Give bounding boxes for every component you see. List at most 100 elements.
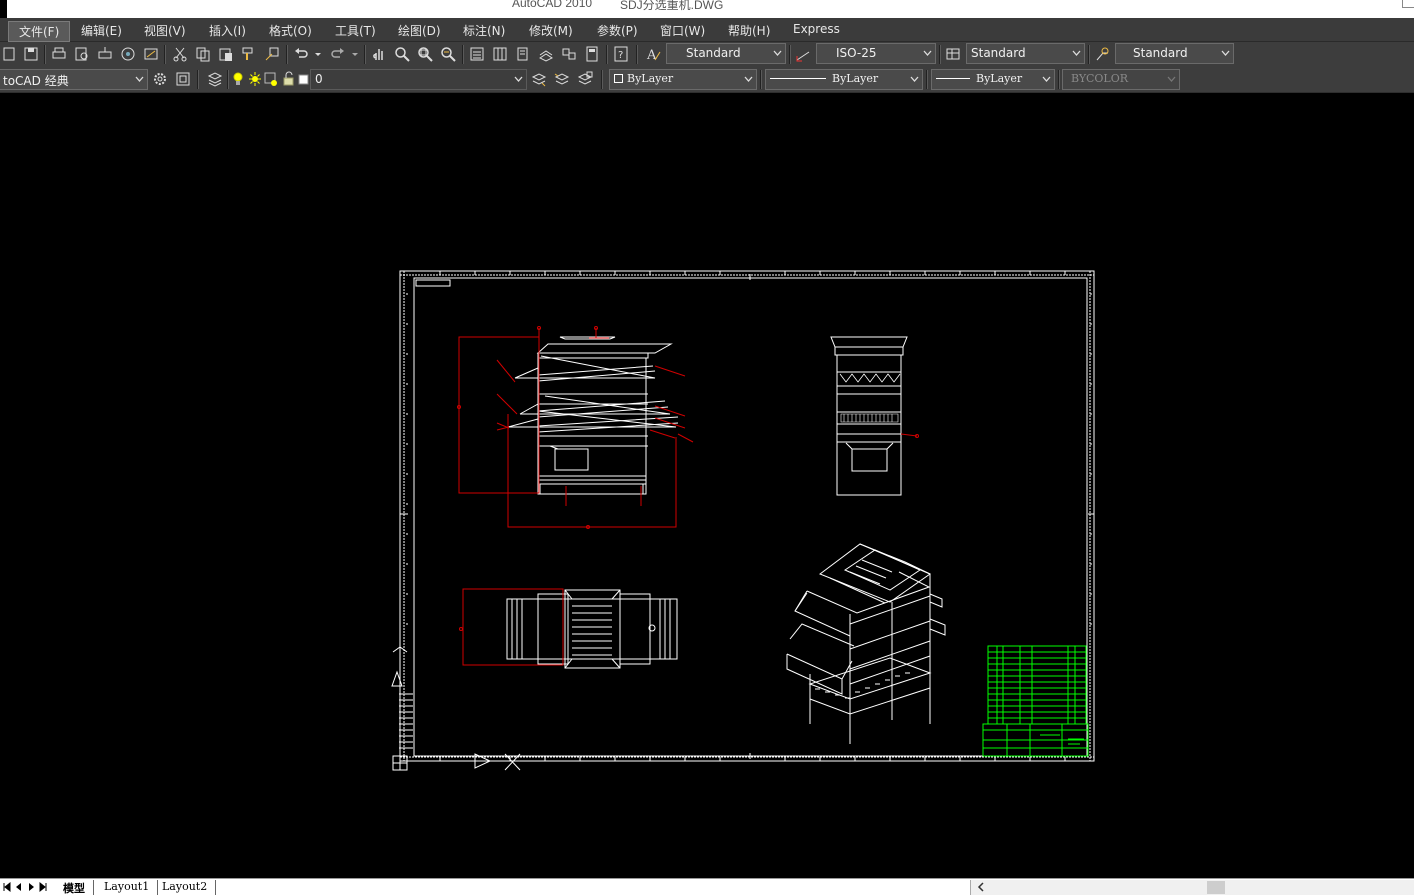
sun-icon[interactable] (248, 71, 262, 87)
layers-toolbar: toCAD 经典 0 ByLayer ByLayer ByLayer BYCOL… (0, 67, 1414, 93)
lineweight-select[interactable]: ByLayer (931, 69, 1055, 90)
horizontal-scrollbar[interactable] (970, 880, 1414, 895)
chevron-down-icon (1221, 48, 1230, 58)
zoom-realtime-icon[interactable] (394, 46, 410, 62)
redo-dropdown-icon[interactable] (351, 46, 359, 62)
etransmit-icon[interactable] (143, 46, 159, 62)
lightbulb-icon[interactable] (232, 71, 244, 87)
chevron-down-icon (910, 74, 919, 84)
block-editor-icon[interactable] (264, 46, 280, 62)
menu-modify[interactable]: 修改(M) (525, 22, 577, 39)
workspace-value: toCAD 经典 (3, 74, 69, 88)
tool-palettes-icon[interactable] (515, 46, 531, 62)
tab-layout1[interactable]: Layout1 (96, 880, 159, 895)
menu-format[interactable]: 格式(O) (265, 22, 316, 39)
menu-window[interactable]: 窗口(W) (656, 22, 709, 39)
chevron-down-icon (135, 74, 144, 84)
chevron-down-icon (1042, 74, 1051, 84)
save-icon[interactable] (23, 46, 39, 62)
chevron-down-icon (1072, 48, 1081, 58)
help-icon[interactable]: ? (613, 46, 629, 62)
3d-dwf-icon[interactable] (120, 46, 136, 62)
menu-bar: 文件(F) 编辑(E) 视图(V) 插入(I) 格式(O) 工具(T) 绘图(D… (0, 18, 1414, 42)
zoom-previous-icon[interactable] (440, 46, 456, 62)
layer-properties-icon[interactable] (207, 71, 223, 87)
lineweight-value: ByLayer (976, 72, 1023, 85)
table-style-select[interactable]: Standard (966, 43, 1085, 64)
sheet-inner-border (413, 277, 1088, 757)
last-tab-icon[interactable] (38, 881, 48, 893)
color-select[interactable]: ByLayer (609, 69, 757, 90)
calculator-icon[interactable] (584, 46, 600, 62)
scrollbar-thumb[interactable] (1207, 881, 1225, 894)
table-style-value: Standard (971, 46, 1026, 60)
previous-tab-icon[interactable] (14, 881, 24, 893)
menu-help[interactable]: 帮助(H) (724, 22, 774, 39)
title-bar: AutoCAD 2010 SDJ分选重机.DWG (0, 0, 1414, 40)
new-icon[interactable] (1, 46, 17, 62)
multileader-style-value: Standard (1133, 46, 1188, 60)
menu-parameters[interactable]: 参数(P) (593, 22, 642, 39)
text-style-select[interactable]: Standard (666, 43, 786, 64)
text-style-icon[interactable]: A (645, 46, 661, 62)
dim-style-select[interactable]: ISO-25 (816, 43, 936, 64)
next-tab-icon[interactable] (26, 881, 36, 893)
linetype-select[interactable]: ByLayer (765, 69, 923, 90)
undo-icon[interactable] (293, 46, 309, 62)
undo-dropdown-icon[interactable] (314, 46, 322, 62)
layer-color-swatch-icon (298, 71, 310, 87)
tab-model[interactable]: 模型 (55, 880, 94, 895)
dim-style-value: ISO-25 (836, 46, 877, 60)
lock-icon[interactable] (282, 71, 296, 87)
menu-file[interactable]: 文件(F) (8, 21, 71, 42)
workspace-select[interactable]: toCAD 经典 (0, 69, 148, 90)
multileader-style-icon[interactable] (1094, 46, 1110, 62)
freeze-viewport-icon[interactable] (264, 71, 278, 87)
zoom-window-icon[interactable] (417, 46, 433, 62)
chevron-down-icon (1167, 74, 1176, 84)
menu-tools[interactable]: 工具(T) (331, 22, 380, 39)
pan-icon[interactable] (371, 46, 387, 62)
plot-icon[interactable] (51, 46, 67, 62)
plot-preview-icon[interactable] (74, 46, 90, 62)
tab-layout2[interactable]: Layout2 (154, 880, 217, 895)
drawing-svg (391, 270, 1095, 771)
dim-style-icon[interactable] (795, 46, 811, 62)
first-tab-icon[interactable] (2, 881, 12, 893)
menu-dimension[interactable]: 标注(N) (459, 22, 509, 39)
linetype-value: ByLayer (832, 72, 879, 85)
menu-view[interactable]: 视图(V) (140, 22, 190, 39)
layer-value: 0 (315, 72, 323, 86)
design-center-icon[interactable] (492, 46, 508, 62)
chevron-down-icon (923, 48, 932, 58)
copy-icon[interactable] (195, 46, 211, 62)
scroll-left-icon[interactable] (977, 881, 985, 893)
side-view (830, 336, 908, 496)
menu-express[interactable]: Express (789, 22, 844, 36)
markup-icon[interactable] (561, 46, 577, 62)
cut-icon[interactable] (172, 46, 188, 62)
layer-states-icon[interactable] (577, 71, 593, 87)
menu-edit[interactable]: 编辑(E) (77, 22, 126, 39)
lineweight-sample (936, 78, 970, 79)
plot-style-select: BYCOLOR (1062, 69, 1180, 90)
make-layer-current-icon[interactable] (531, 71, 547, 87)
chevron-down-icon (773, 48, 782, 58)
redo-icon[interactable] (330, 46, 346, 62)
layer-select[interactable]: 0 (310, 69, 527, 90)
menu-insert[interactable]: 插入(I) (205, 22, 250, 39)
drawing-canvas[interactable] (0, 94, 1414, 878)
isometric-view (786, 543, 946, 744)
properties-icon[interactable] (469, 46, 485, 62)
paste-icon[interactable] (218, 46, 234, 62)
sheet-set-icon[interactable] (538, 46, 554, 62)
table-style-icon[interactable] (945, 46, 961, 62)
workspace-settings-icon[interactable] (152, 71, 168, 87)
match-properties-icon[interactable] (241, 46, 257, 62)
menu-draw[interactable]: 绘图(D) (394, 22, 445, 39)
layer-previous-icon[interactable] (554, 71, 570, 87)
workspace-save-icon[interactable] (175, 71, 191, 87)
chevron-down-icon (514, 74, 523, 84)
multileader-style-select[interactable]: Standard (1115, 43, 1234, 64)
publish-icon[interactable] (97, 46, 113, 62)
